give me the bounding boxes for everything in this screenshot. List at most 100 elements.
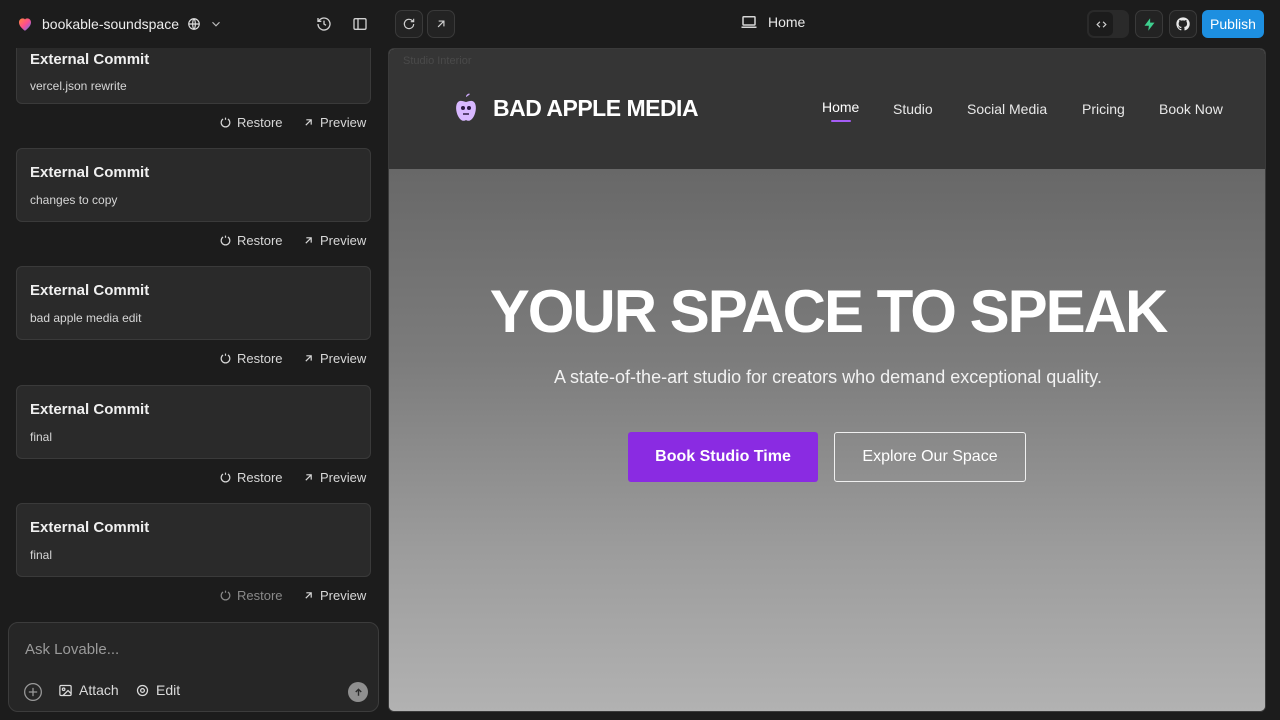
code-view-toggle[interactable] [1087, 10, 1129, 38]
restore-button[interactable]: Restore [219, 470, 283, 485]
github-button[interactable] [1169, 10, 1197, 38]
refresh-preview-button[interactable] [395, 10, 423, 38]
commit-card[interactable]: External Commit final [16, 385, 371, 459]
laptop-icon [741, 16, 757, 28]
book-studio-time-button[interactable]: Book Studio Time [628, 432, 818, 482]
commit-title: External Commit [30, 164, 150, 181]
history-icon [317, 17, 331, 31]
preview-button[interactable]: Preview [302, 351, 366, 366]
restore-button: Restore [219, 588, 283, 603]
restore-button[interactable]: Restore [219, 115, 283, 130]
restore-label: Restore [237, 233, 283, 248]
nav-book-now[interactable]: Book Now [1159, 101, 1223, 117]
restore-icon [220, 235, 231, 246]
arrow-up-icon [354, 687, 362, 696]
site-brand[interactable]: BAD APPLE MEDIA [453, 93, 699, 123]
commit-actions: Restore Preview [0, 470, 371, 490]
github-icon [1176, 17, 1190, 31]
restore-button[interactable]: Restore [219, 351, 283, 366]
preview-button[interactable]: Preview [302, 115, 366, 130]
commit-card[interactable]: External Commit changes to copy [16, 148, 371, 222]
arrow-up-right-icon [305, 355, 312, 362]
commit-title: External Commit [30, 282, 150, 299]
image-icon [59, 684, 72, 696]
preview-button[interactable]: Preview [302, 233, 366, 248]
commit-actions: Restore Preview [0, 351, 371, 371]
chat-input[interactable]: Ask Lovable... [25, 641, 119, 658]
edit-label: Edit [156, 682, 181, 698]
commit-card[interactable]: External Commit bad apple media edit [16, 266, 371, 340]
refresh-icon [403, 18, 415, 30]
arrow-up-right-icon [305, 592, 312, 599]
restore-label: Restore [237, 588, 283, 603]
version-history-sidebar: External Commit vercel.json rewrite Restor… [0, 48, 388, 720]
brand-name: BAD APPLE MEDIA [493, 94, 699, 121]
commit-card[interactable]: External Commit final [16, 503, 371, 577]
globe-icon [188, 18, 200, 30]
attach-label: Attach [79, 682, 119, 698]
restore-button[interactable]: Restore [219, 233, 283, 248]
project-switcher[interactable]: bookable-soundspace [16, 14, 223, 34]
preview-label: Preview [320, 470, 367, 485]
restore-icon [220, 472, 231, 483]
toggle-sidebar-button[interactable] [350, 14, 370, 34]
lovable-logo-icon [19, 18, 31, 31]
commit-message: final [30, 430, 53, 444]
publish-button[interactable]: Publish [1202, 10, 1264, 38]
preview-label: Preview [320, 588, 367, 603]
commit-message: changes to copy [30, 193, 118, 207]
preview-label: Preview [320, 233, 367, 248]
restore-label: Restore [237, 115, 283, 130]
send-button[interactable] [348, 682, 368, 702]
supabase-button[interactable] [1135, 10, 1163, 38]
commit-message: bad apple media edit [30, 311, 142, 325]
commit-card[interactable]: External Commit vercel.json rewrite [16, 48, 371, 104]
supabase-bolt-icon [1144, 17, 1154, 31]
explore-our-space-button[interactable]: Explore Our Space [834, 432, 1026, 482]
restore-icon [220, 117, 231, 128]
restore-icon [220, 353, 231, 364]
commit-actions: Restore Preview [0, 115, 371, 135]
nav-pricing[interactable]: Pricing [1082, 101, 1125, 117]
preview-page-label: Home [768, 14, 806, 30]
preview-label: Preview [320, 115, 367, 130]
site-preview-frame: Studio Interior BAD APPLE MEDIA Home Stu… [388, 48, 1266, 712]
preview-label: Preview [320, 351, 367, 366]
site-header: Studio Interior BAD APPLE MEDIA Home Stu… [389, 49, 1265, 169]
commit-title: External Commit [30, 401, 150, 418]
commit-actions: Restore Preview [0, 588, 371, 608]
code-icon [1095, 20, 1107, 28]
project-name: bookable-soundspace [42, 16, 179, 32]
nav-active-indicator [831, 120, 851, 122]
preview-button[interactable]: Preview [302, 588, 366, 603]
attach-button[interactable]: Attach [58, 682, 119, 698]
preview-page-selector[interactable]: Home [740, 14, 805, 30]
commit-actions: Restore Preview [0, 233, 371, 253]
arrow-up-right-icon [305, 474, 312, 481]
commit-title: External Commit [30, 519, 150, 536]
target-icon [136, 684, 149, 696]
open-in-new-tab-button[interactable] [427, 10, 455, 38]
history-button[interactable] [314, 14, 334, 34]
sidebar-icon [353, 18, 367, 30]
arrow-up-right-icon [437, 20, 445, 28]
nav-home[interactable]: Home [822, 99, 859, 115]
preview-button[interactable]: Preview [302, 470, 366, 485]
nav-social-media[interactable]: Social Media [967, 101, 1047, 117]
restore-label: Restore [237, 351, 283, 366]
code-toggle-knob [1089, 12, 1113, 36]
hero-image-alt-text: Studio Interior [403, 55, 472, 67]
hero-subtitle: A state-of-the-art studio for creators w… [554, 367, 1102, 387]
commit-title: External Commit [30, 51, 150, 68]
plus-circle-icon [24, 683, 42, 701]
nav-studio[interactable]: Studio [893, 101, 933, 117]
chevron-down-icon [212, 21, 220, 27]
commit-message: vercel.json rewrite [30, 79, 127, 93]
add-button[interactable] [23, 682, 43, 702]
arrow-up-right-icon [305, 237, 312, 244]
commit-message: final [30, 548, 53, 562]
restore-icon [220, 590, 231, 601]
edit-button[interactable]: Edit [135, 682, 180, 698]
top-bar: bookable-soundspace Home Publish [0, 0, 1280, 48]
hero-section: YOUR SPACE TO SPEAK A state-of-the-art s… [389, 169, 1265, 711]
